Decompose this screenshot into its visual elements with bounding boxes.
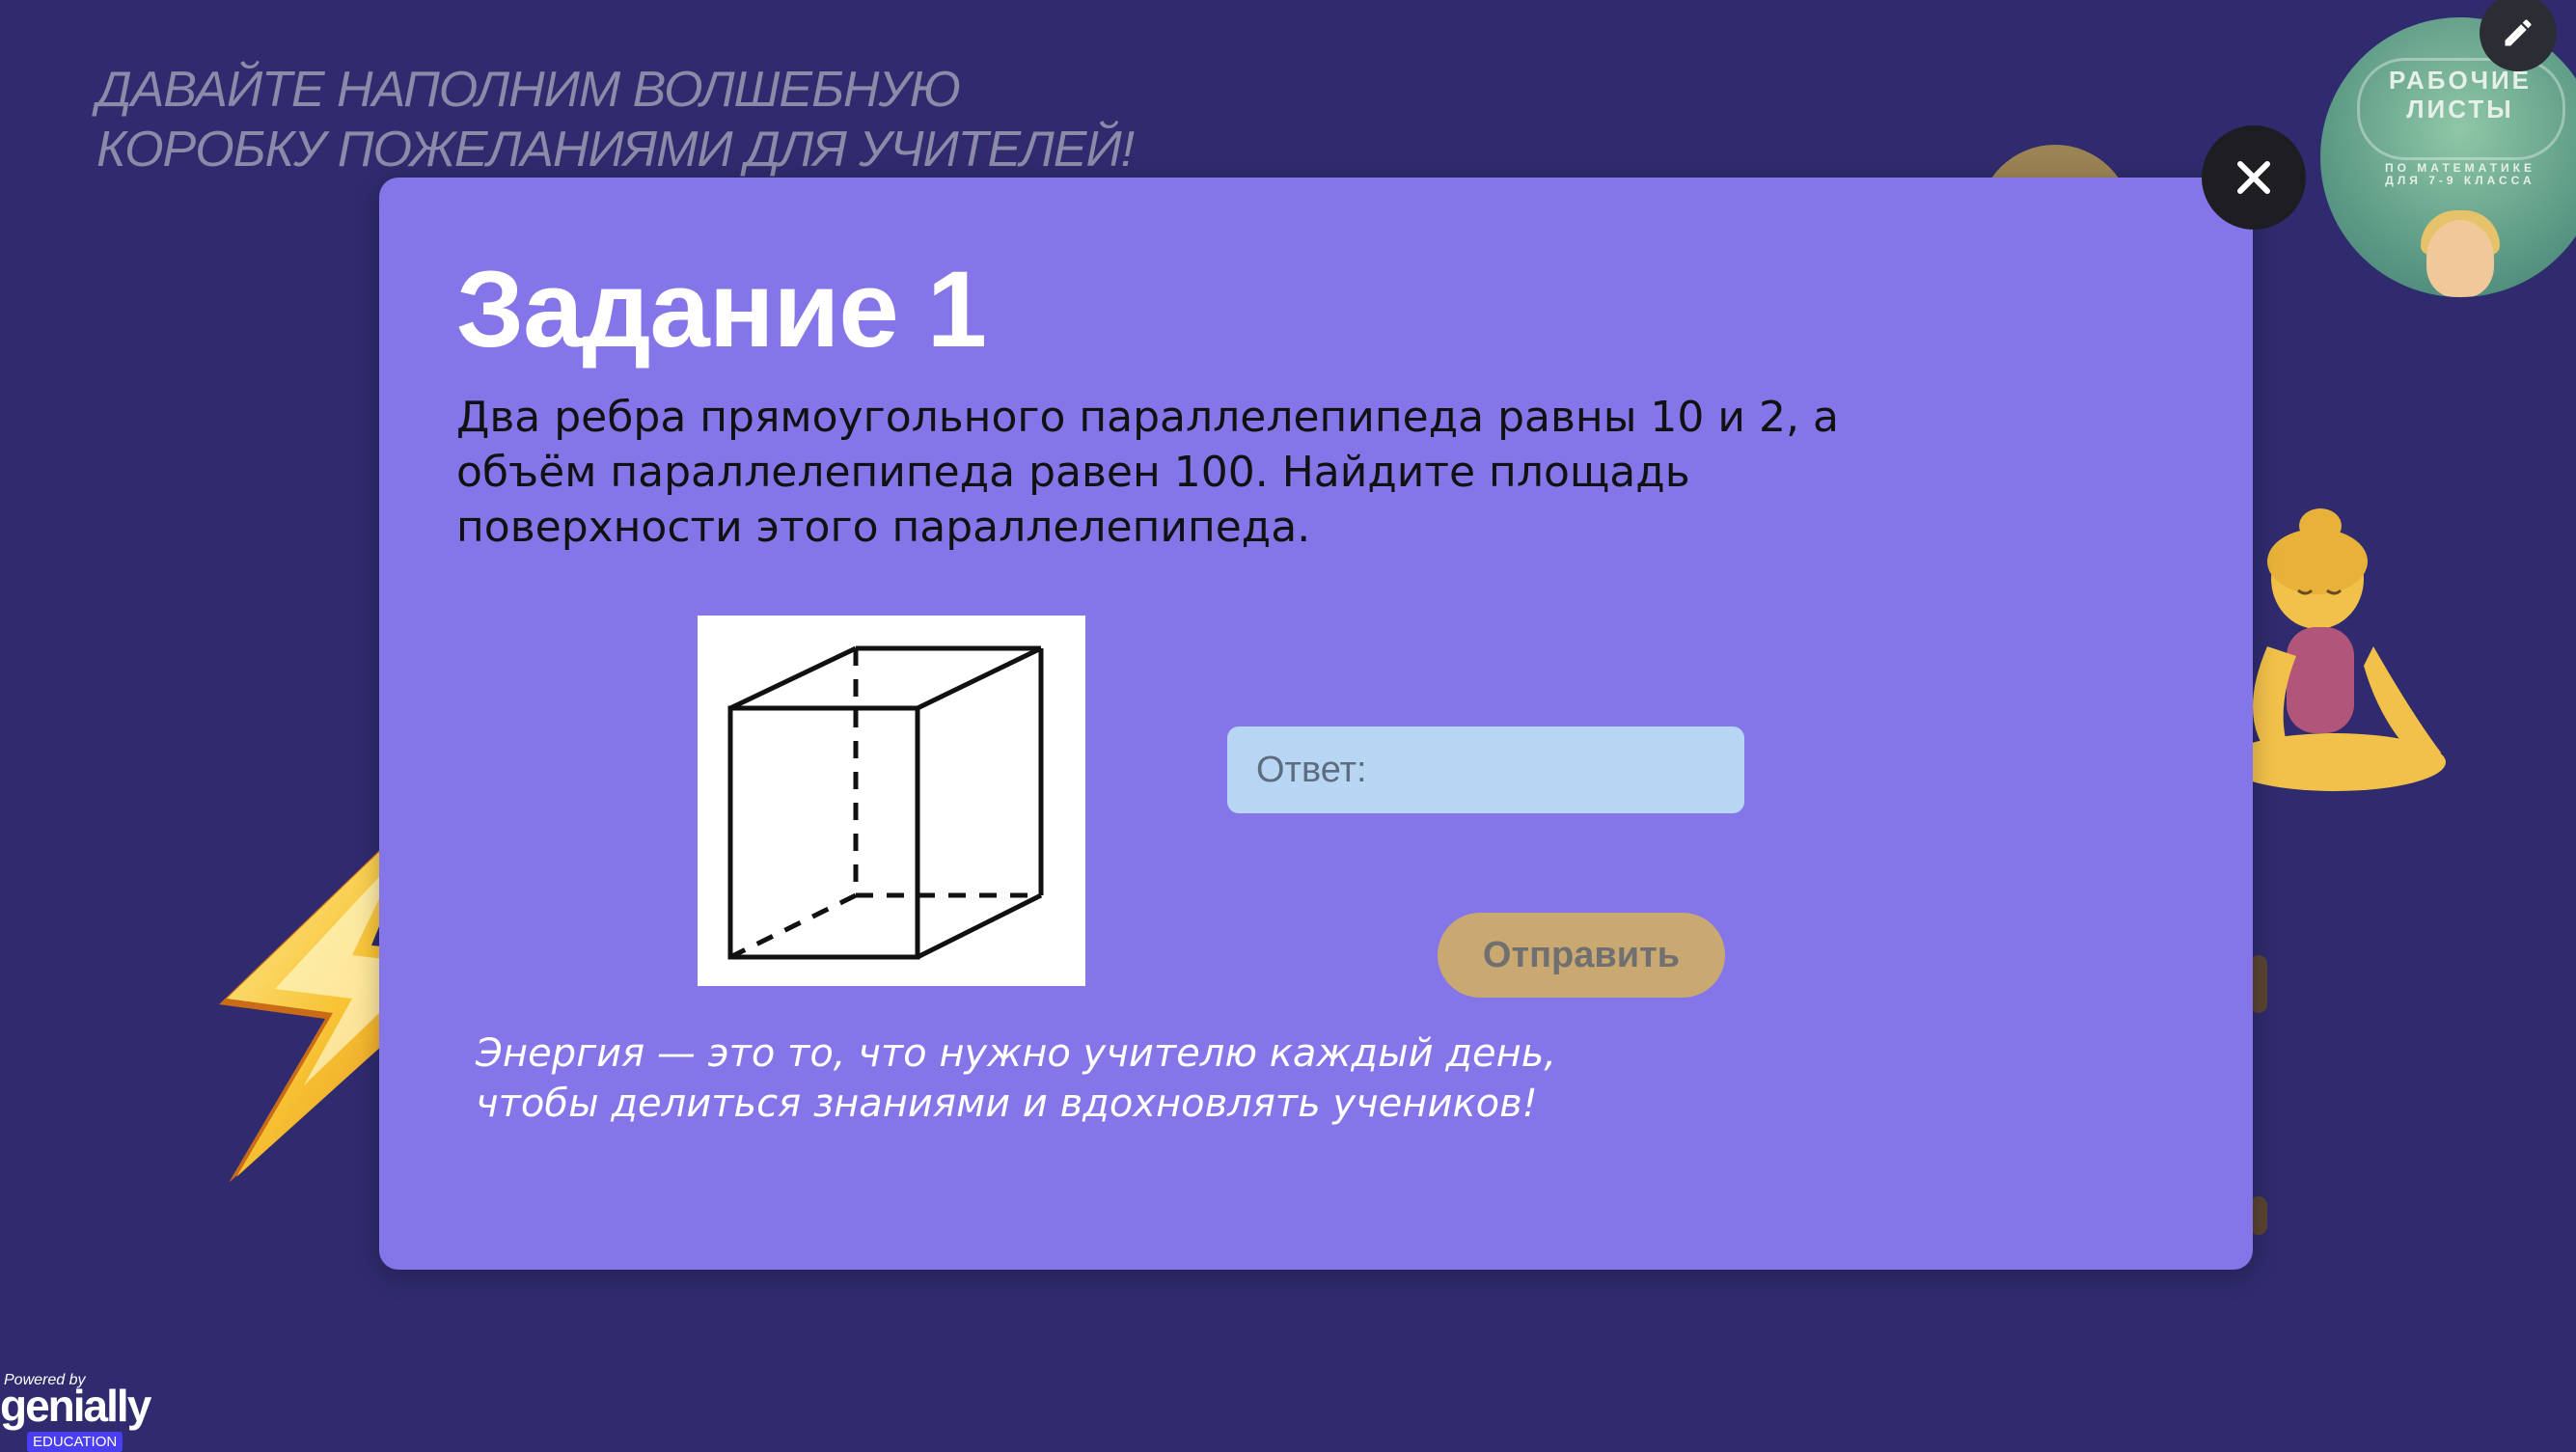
badge-subtitle: ПО МАТЕМАТИКЕ ДЛЯ 7-9 КЛАССА: [2384, 161, 2536, 187]
education-tag: EDUCATION: [27, 1432, 123, 1452]
task-modal: Задание 1 Два ребра прямоугольного парал…: [379, 178, 2253, 1270]
genially-logo: genially: [0, 1381, 151, 1431]
woman-in-lotus-position-icon: [2248, 508, 2446, 791]
parallelepiped-drawing: [727, 645, 1044, 960]
genially-branding[interactable]: Powered by genially EDUCATION: [0, 1372, 151, 1452]
close-icon: [2237, 161, 2270, 194]
badge-title: РАБОЧИЕ ЛИСТЫ: [2388, 66, 2533, 123]
parallelepiped-figure: [698, 616, 1085, 986]
avatar-face: [2426, 220, 2494, 297]
submit-button[interactable]: Отправить: [1438, 913, 1725, 998]
task-text: Два ребра прямоугольного параллелепипеда…: [456, 393, 1839, 552]
answer-input[interactable]: [1227, 726, 1744, 813]
background-heading: ДАВАЙТЕ НАПОЛНИМ ВОЛШЕБНУЮ КОРОБКУ ПОЖЕЛ…: [96, 62, 1135, 178]
task-title: Задание 1: [456, 249, 987, 370]
motivation-quote: Энергия — это то, что нужно учителю кажд…: [476, 1031, 1557, 1126]
close-button[interactable]: [2202, 125, 2306, 230]
pencil-icon: [2505, 19, 2532, 46]
